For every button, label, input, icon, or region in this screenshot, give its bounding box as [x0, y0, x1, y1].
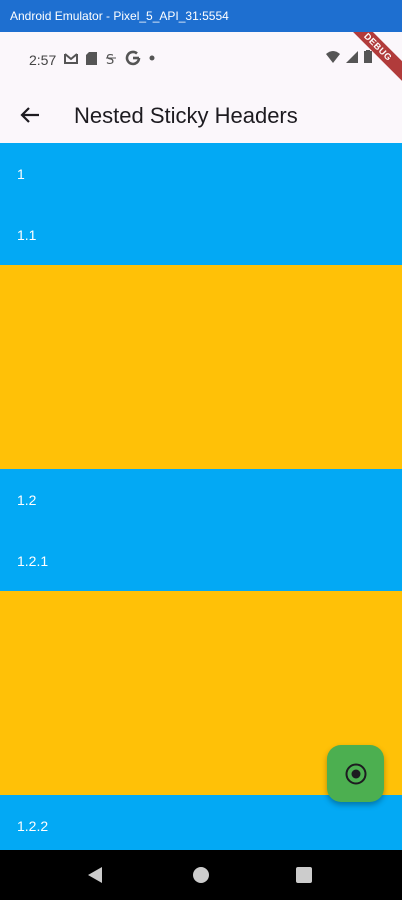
svg-text:S: S — [106, 53, 114, 65]
sticky-header: 1.2.1 — [0, 530, 402, 591]
nav-back-button[interactable] — [87, 866, 103, 884]
header-label: 1 — [17, 166, 25, 182]
app-bar: Nested Sticky Headers — [0, 88, 402, 143]
status-time: 2:57 — [29, 52, 57, 68]
content-block — [0, 265, 402, 469]
sticky-list[interactable]: 1 1.1 1.2 1.2.1 1.2.2 — [0, 143, 402, 850]
window-title-text: Android Emulator - Pixel_5_API_31:5554 — [10, 9, 229, 23]
wifi-icon — [326, 50, 340, 63]
radio-button-checked-icon — [345, 763, 366, 784]
dot-icon — [149, 55, 155, 61]
sticky-header: 1.1 — [0, 204, 402, 265]
system-navigation-bar — [0, 850, 402, 900]
sync-icon: S — [106, 53, 116, 65]
notification-icons: S — [64, 50, 155, 66]
header-label: 1.1 — [17, 227, 37, 243]
gmail-icon — [64, 53, 78, 64]
header-label: 1.2.2 — [17, 818, 49, 834]
nav-recents-button[interactable] — [296, 867, 312, 883]
nav-home-button[interactable] — [192, 866, 210, 884]
header-label: 1.2.1 — [17, 553, 49, 569]
sd-card-icon — [86, 51, 97, 65]
system-status-icons — [326, 50, 372, 63]
page-title: Nested Sticky Headers — [74, 103, 298, 128]
floating-action-button[interactable] — [327, 745, 384, 802]
google-icon — [125, 50, 141, 66]
status-bar: 2:57 S DEBUG — [0, 32, 402, 88]
arrow-back-icon — [20, 107, 39, 123]
sticky-header: 1.2.2 — [0, 795, 402, 850]
header-label: 1.2 — [17, 492, 37, 508]
battery-icon — [364, 50, 372, 63]
sticky-header: 1.2 — [0, 469, 402, 530]
signal-icon — [346, 50, 358, 63]
emulator-window-title: Android Emulator - Pixel_5_API_31:5554 — [0, 0, 402, 32]
back-button[interactable] — [16, 101, 44, 129]
device-screen: 2:57 S DEBUG Nested Sticky Headers 1 1.1… — [0, 32, 402, 850]
sticky-header: 1 — [0, 143, 402, 204]
